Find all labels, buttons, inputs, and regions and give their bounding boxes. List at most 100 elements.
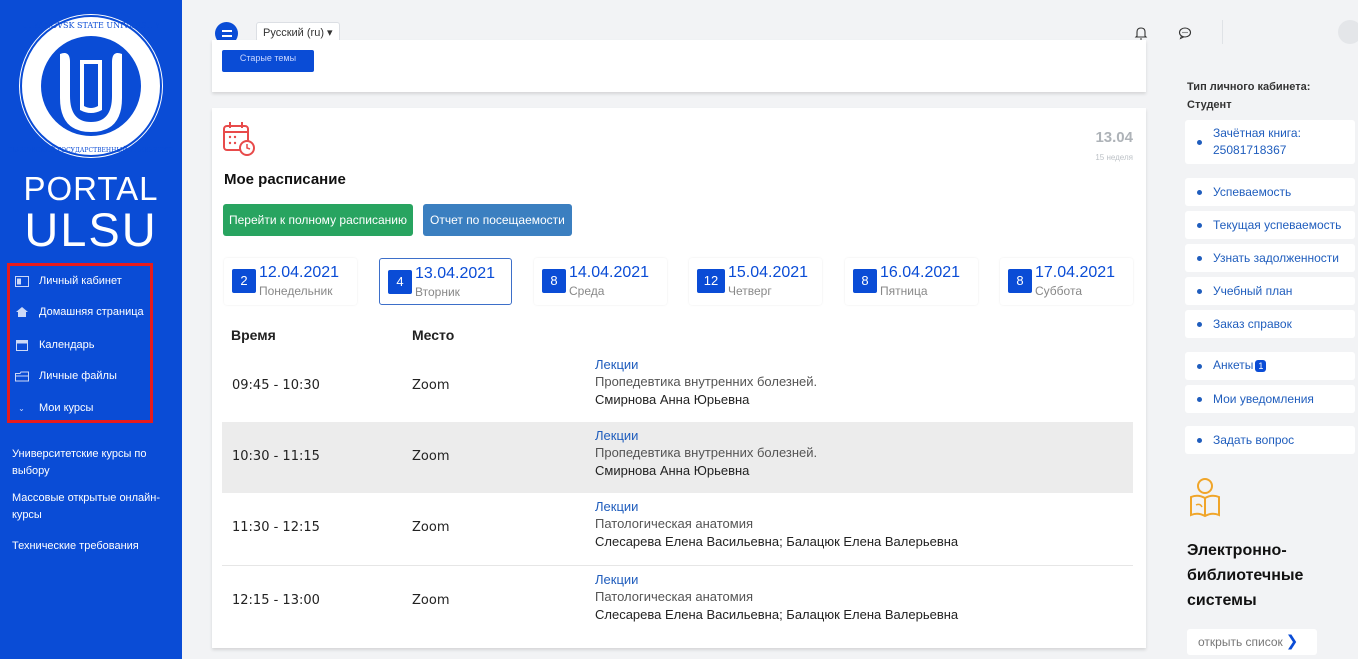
lesson-subject: Пропедевтика внутренних болезней. [595, 445, 818, 460]
bullet-icon [1197, 256, 1202, 261]
lesson-place: Zoom [412, 593, 450, 608]
day-weekday: Суббота [1035, 284, 1082, 298]
day-weekday: Вторник [415, 285, 460, 299]
library-systems-title: Электронно-библиотечные системы [1187, 542, 1304, 609]
right-panel: Тип личного кабинета: Студент Зачётная к… [1168, 60, 1358, 659]
lesson-time: 10:30 - 11:15 [232, 449, 320, 464]
link-grades[interactable]: Успеваемость [1185, 178, 1355, 206]
link-label: Мои уведомления [1213, 392, 1314, 406]
calendar-clock-icon [222, 120, 258, 158]
nav-item-personal-files[interactable]: Личные файлы [14, 366, 117, 386]
day-tab-saturday[interactable]: 8 17.04.2021 Суббота [1000, 258, 1133, 305]
schedule-card: 13.04 15 неделя Мое расписание Перейти к… [212, 108, 1146, 648]
chevron-right-icon: ❯ [1285, 633, 1299, 650]
link-mooc[interactable]: Массовые открытые онлайн-курсы [12, 490, 172, 524]
lesson-count: 8 [1008, 269, 1032, 293]
lesson-count: 8 [853, 269, 877, 293]
record-book-label: Зачётная книга: [1213, 126, 1301, 140]
day-tab-monday[interactable]: 2 12.04.2021 Понедельник [224, 258, 357, 305]
day-weekday: Среда [569, 284, 605, 298]
user-avatar[interactable] [1338, 20, 1358, 44]
table-row: 11:30 - 12:15 Zoom Лекции Патологическая… [222, 493, 1133, 564]
link-surveys[interactable]: Анкеты 1 [1185, 352, 1355, 380]
day-date: 17.04.2021 [1035, 264, 1116, 281]
attendance-report-button[interactable]: Отчет по посещаемости [423, 204, 572, 236]
day-weekday: Пятница [880, 284, 928, 298]
lesson-count: 8 [542, 269, 566, 293]
nav-label: Домашняя страница [39, 306, 144, 318]
bullet-icon [1197, 289, 1202, 294]
lesson-type-link[interactable]: Лекции [595, 499, 638, 514]
surveys-count-badge: 1 [1255, 359, 1267, 372]
bullet-icon [1197, 397, 1202, 402]
current-date: 13.04 [1095, 129, 1133, 146]
logo-ring-text-bottom: УЛЬЯНОВСКИЙ ГОСУДАРСТВЕННЫЙ УНИВЕРСИТЕТ [8, 146, 174, 154]
week-number: 15 неделя [1095, 153, 1133, 162]
chevron-down-icon: ⌄ [18, 403, 25, 413]
lesson-count: 12 [697, 269, 725, 293]
lesson-time: 09:45 - 10:30 [232, 378, 320, 393]
link-tech-requirements[interactable]: Технические требования [12, 538, 172, 555]
home-icon [14, 306, 29, 318]
day-tab-wednesday[interactable]: 8 14.04.2021 Среда [534, 258, 667, 305]
day-tab-thursday[interactable]: 12 15.04.2021 Четверг [689, 258, 822, 305]
day-weekday: Четверг [728, 284, 772, 298]
link-certificates[interactable]: Заказ справок [1185, 310, 1355, 338]
record-book-link[interactable]: Зачётная книга: 25081718367 [1185, 120, 1355, 164]
lesson-subject: Патологическая анатомия [595, 516, 753, 531]
lesson-place: Zoom [412, 520, 450, 535]
link-label: Задать вопрос [1213, 433, 1295, 447]
lesson-place: Zoom [412, 449, 450, 464]
link-label: Текущая успеваемость [1213, 218, 1342, 232]
lesson-count: 2 [232, 269, 256, 293]
bullet-icon [1197, 223, 1202, 228]
column-header-time: Время [231, 327, 276, 343]
topbar-divider [1222, 20, 1223, 44]
bullet-icon [1197, 322, 1202, 327]
bullet-icon [1197, 438, 1202, 443]
logo-ring-text-top: ULYANOVSK STATE UNIVERSITY [22, 21, 161, 30]
university-logo[interactable]: ULYANOVSK STATE UNIVERSITY УЛЬЯНОВСКИЙ Г… [3, 10, 179, 162]
lesson-subject: Патологическая анатомия [595, 589, 753, 604]
folder-icon [14, 370, 29, 382]
brand-line-portal: PORTAL [23, 170, 159, 207]
brand-line-ulsu: ULSU [24, 203, 158, 256]
day-tab-tuesday[interactable]: 4 13.04.2021 Вторник [379, 258, 512, 305]
link-debts[interactable]: Узнать задолженности [1185, 244, 1355, 272]
lesson-type-link[interactable]: Лекции [595, 572, 638, 587]
nav-item-personal-cabinet[interactable]: Личный кабинет [14, 271, 122, 291]
reader-book-icon [1187, 477, 1223, 519]
link-elective-courses[interactable]: Университетские курсы по выбору [12, 446, 172, 480]
cabinet-type-value: Студент [1187, 99, 1232, 111]
old-topics-button[interactable]: Старые темы [222, 50, 314, 72]
sidebar: ULYANOVSK STATE UNIVERSITY УЛЬЯНОВСКИЙ Г… [0, 0, 182, 659]
chat-icon[interactable] [1178, 26, 1192, 40]
lesson-place: Zoom [412, 378, 450, 393]
link-current-grades[interactable]: Текущая успеваемость [1185, 211, 1355, 239]
lesson-type-link[interactable]: Лекции [595, 428, 638, 443]
lesson-time: 11:30 - 12:15 [232, 520, 320, 535]
nav-label: Личный кабинет [39, 275, 122, 287]
link-ask-question[interactable]: Задать вопрос [1185, 426, 1355, 454]
old-topics-card: Старые темы [212, 40, 1146, 92]
day-date: 16.04.2021 [880, 264, 961, 281]
day-tab-friday[interactable]: 8 16.04.2021 Пятница [845, 258, 978, 305]
bell-icon[interactable] [1134, 26, 1148, 40]
link-curriculum[interactable]: Учебный план [1185, 277, 1355, 305]
lesson-subject: Пропедевтика внутренних болезней. [595, 374, 818, 389]
bullet-icon [1197, 140, 1202, 145]
link-notifications[interactable]: Мои уведомления [1185, 385, 1355, 413]
day-weekday: Понедельник [259, 284, 333, 298]
open-list-button[interactable]: открыть список ❯ [1187, 629, 1317, 655]
lesson-teacher: Слесарева Елена Васильевна; Балацюк Елен… [595, 534, 959, 549]
portal-brand: PORTAL ULSU [0, 172, 182, 254]
nav-item-home[interactable]: Домашняя страница [14, 302, 144, 322]
nav-item-my-courses[interactable]: ⌄ Мои курсы [14, 398, 93, 418]
link-label: Учебный план [1213, 284, 1293, 298]
bullet-icon [1197, 364, 1202, 369]
lesson-teacher: Смирнова Анна Юрьевна [595, 392, 750, 407]
lesson-type-link[interactable]: Лекции [595, 357, 638, 372]
cabinet-type: Тип личного кабинета: Студент [1187, 78, 1347, 114]
full-schedule-button[interactable]: Перейти к полному расписанию [223, 204, 413, 236]
nav-item-calendar[interactable]: Календарь [14, 335, 95, 355]
